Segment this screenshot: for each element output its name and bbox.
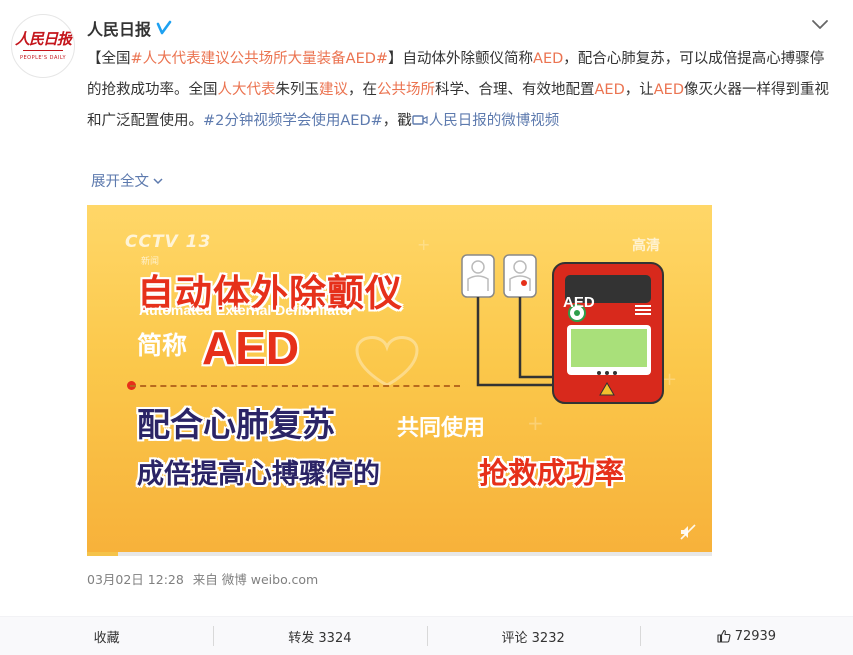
chevron-down-icon[interactable] [810,16,830,32]
post-meta: 03月02日 12:28 来自 微博 weibo.com [87,569,318,588]
video-link-label: 人民日报的微博视频 [428,113,560,129]
verified-icon [156,20,172,35]
video-link-icon [412,115,428,125]
post-source: 来自 微博 weibo.com [192,572,319,587]
account-name-row: 人民日报 [87,16,172,40]
divider-dashed [130,385,460,387]
device-label: AED [563,294,595,311]
video-line-rate: 成倍提高心搏骤停的 [137,459,380,490]
favorite-label: 收藏 [93,630,120,646]
post-text: 【全国#人大代表建议公共场所大量装备AED#】自动体外除颤仪简称AED，配合心肺… [87,44,832,137]
expand-label: 展开全文 [91,174,149,190]
svg-text:+: + [417,235,430,254]
post-text-segment: ，戳 [382,113,412,129]
video-line-cpr-suffix: 共同使用 [397,416,486,441]
like-button[interactable]: 72939 [639,617,853,655]
repost-label: 转发 3324 [288,630,352,646]
post-text-segment: ，在 [348,82,377,98]
weibo-post-card: 人民日报 PEOPLE'S DAILY 人民日报 【全国#人大代表建议公共场所大… [0,0,853,655]
post-text-segment: 朱列玉 [275,82,320,98]
svg-text:+: + [527,411,544,435]
expand-full-text-link[interactable]: 展开全文 [91,170,164,191]
avatar-logo-text: 人民日报 [14,29,72,48]
video-link[interactable]: 人民日报的微博视频 [412,113,560,129]
mute-icon[interactable] [679,523,697,541]
action-bar: 收藏 转发 3324 评论 3232 72939 [0,616,853,655]
comment-label: 评论 3232 [501,630,565,646]
keyword-link-deputy[interactable]: 人大代表 [218,82,276,98]
video-background-decoration: + + + [355,235,677,435]
hashtag-link[interactable]: #2分钟视频学会使用AED# [203,113,383,129]
keyword-link-aed[interactable]: AED [533,51,563,67]
post-text-segment: 【全国 [87,51,131,67]
post-text-segment: 】自动体外除颤仪简称 [388,51,534,67]
channel-logo: CCTV 13 [125,232,212,252]
hd-badge: 高清 [632,238,660,254]
video-line-cpr: 配合心肺复苏 [137,405,335,444]
post-text-segment: 科学、合理、有效地配置 [435,82,595,98]
avatar-logo-subtext: PEOPLE'S DAILY [19,54,67,61]
account-name[interactable]: 人民日报 [87,16,151,40]
avatar-logo-divider [23,49,63,51]
chevron-down-icon [153,177,163,184]
video-progress-fill [87,552,119,556]
avatar[interactable]: 人民日报 PEOPLE'S DAILY [11,14,75,78]
thumbs-up-icon [717,629,731,643]
keyword-link-aed[interactable]: AED [654,82,684,98]
video-title-en: Automated External Defibrillator [139,302,354,318]
keyword-link-aed[interactable]: AED [595,82,625,98]
keyword-link-suggestion[interactable]: 建议 [319,82,348,98]
like-count: 72939 [734,628,777,644]
video-player[interactable]: + + + CCTV 13 新闻 高清 AED 自动体外除颤仪 Automate… [87,205,712,556]
post-time[interactable]: 03月02日 12:28 [87,572,184,587]
svg-text:+: + [662,369,677,390]
favorite-button[interactable]: 收藏 [0,617,213,655]
video-progress-bar[interactable] [87,552,712,556]
post-text-segment: ，让 [624,82,654,98]
video-abbr: AED [202,322,300,374]
comment-button[interactable]: 评论 3232 [426,617,640,655]
video-abbr-prefix: 简称 [137,331,188,360]
keyword-link-public-place[interactable]: 公共场所 [377,82,435,98]
video-line-rate-highlight: 抢救成功率 [479,456,625,490]
repost-button[interactable]: 转发 3324 [213,617,426,655]
hashtag-link[interactable]: #人大代表建议公共场所大量装备AED# [131,51,389,67]
